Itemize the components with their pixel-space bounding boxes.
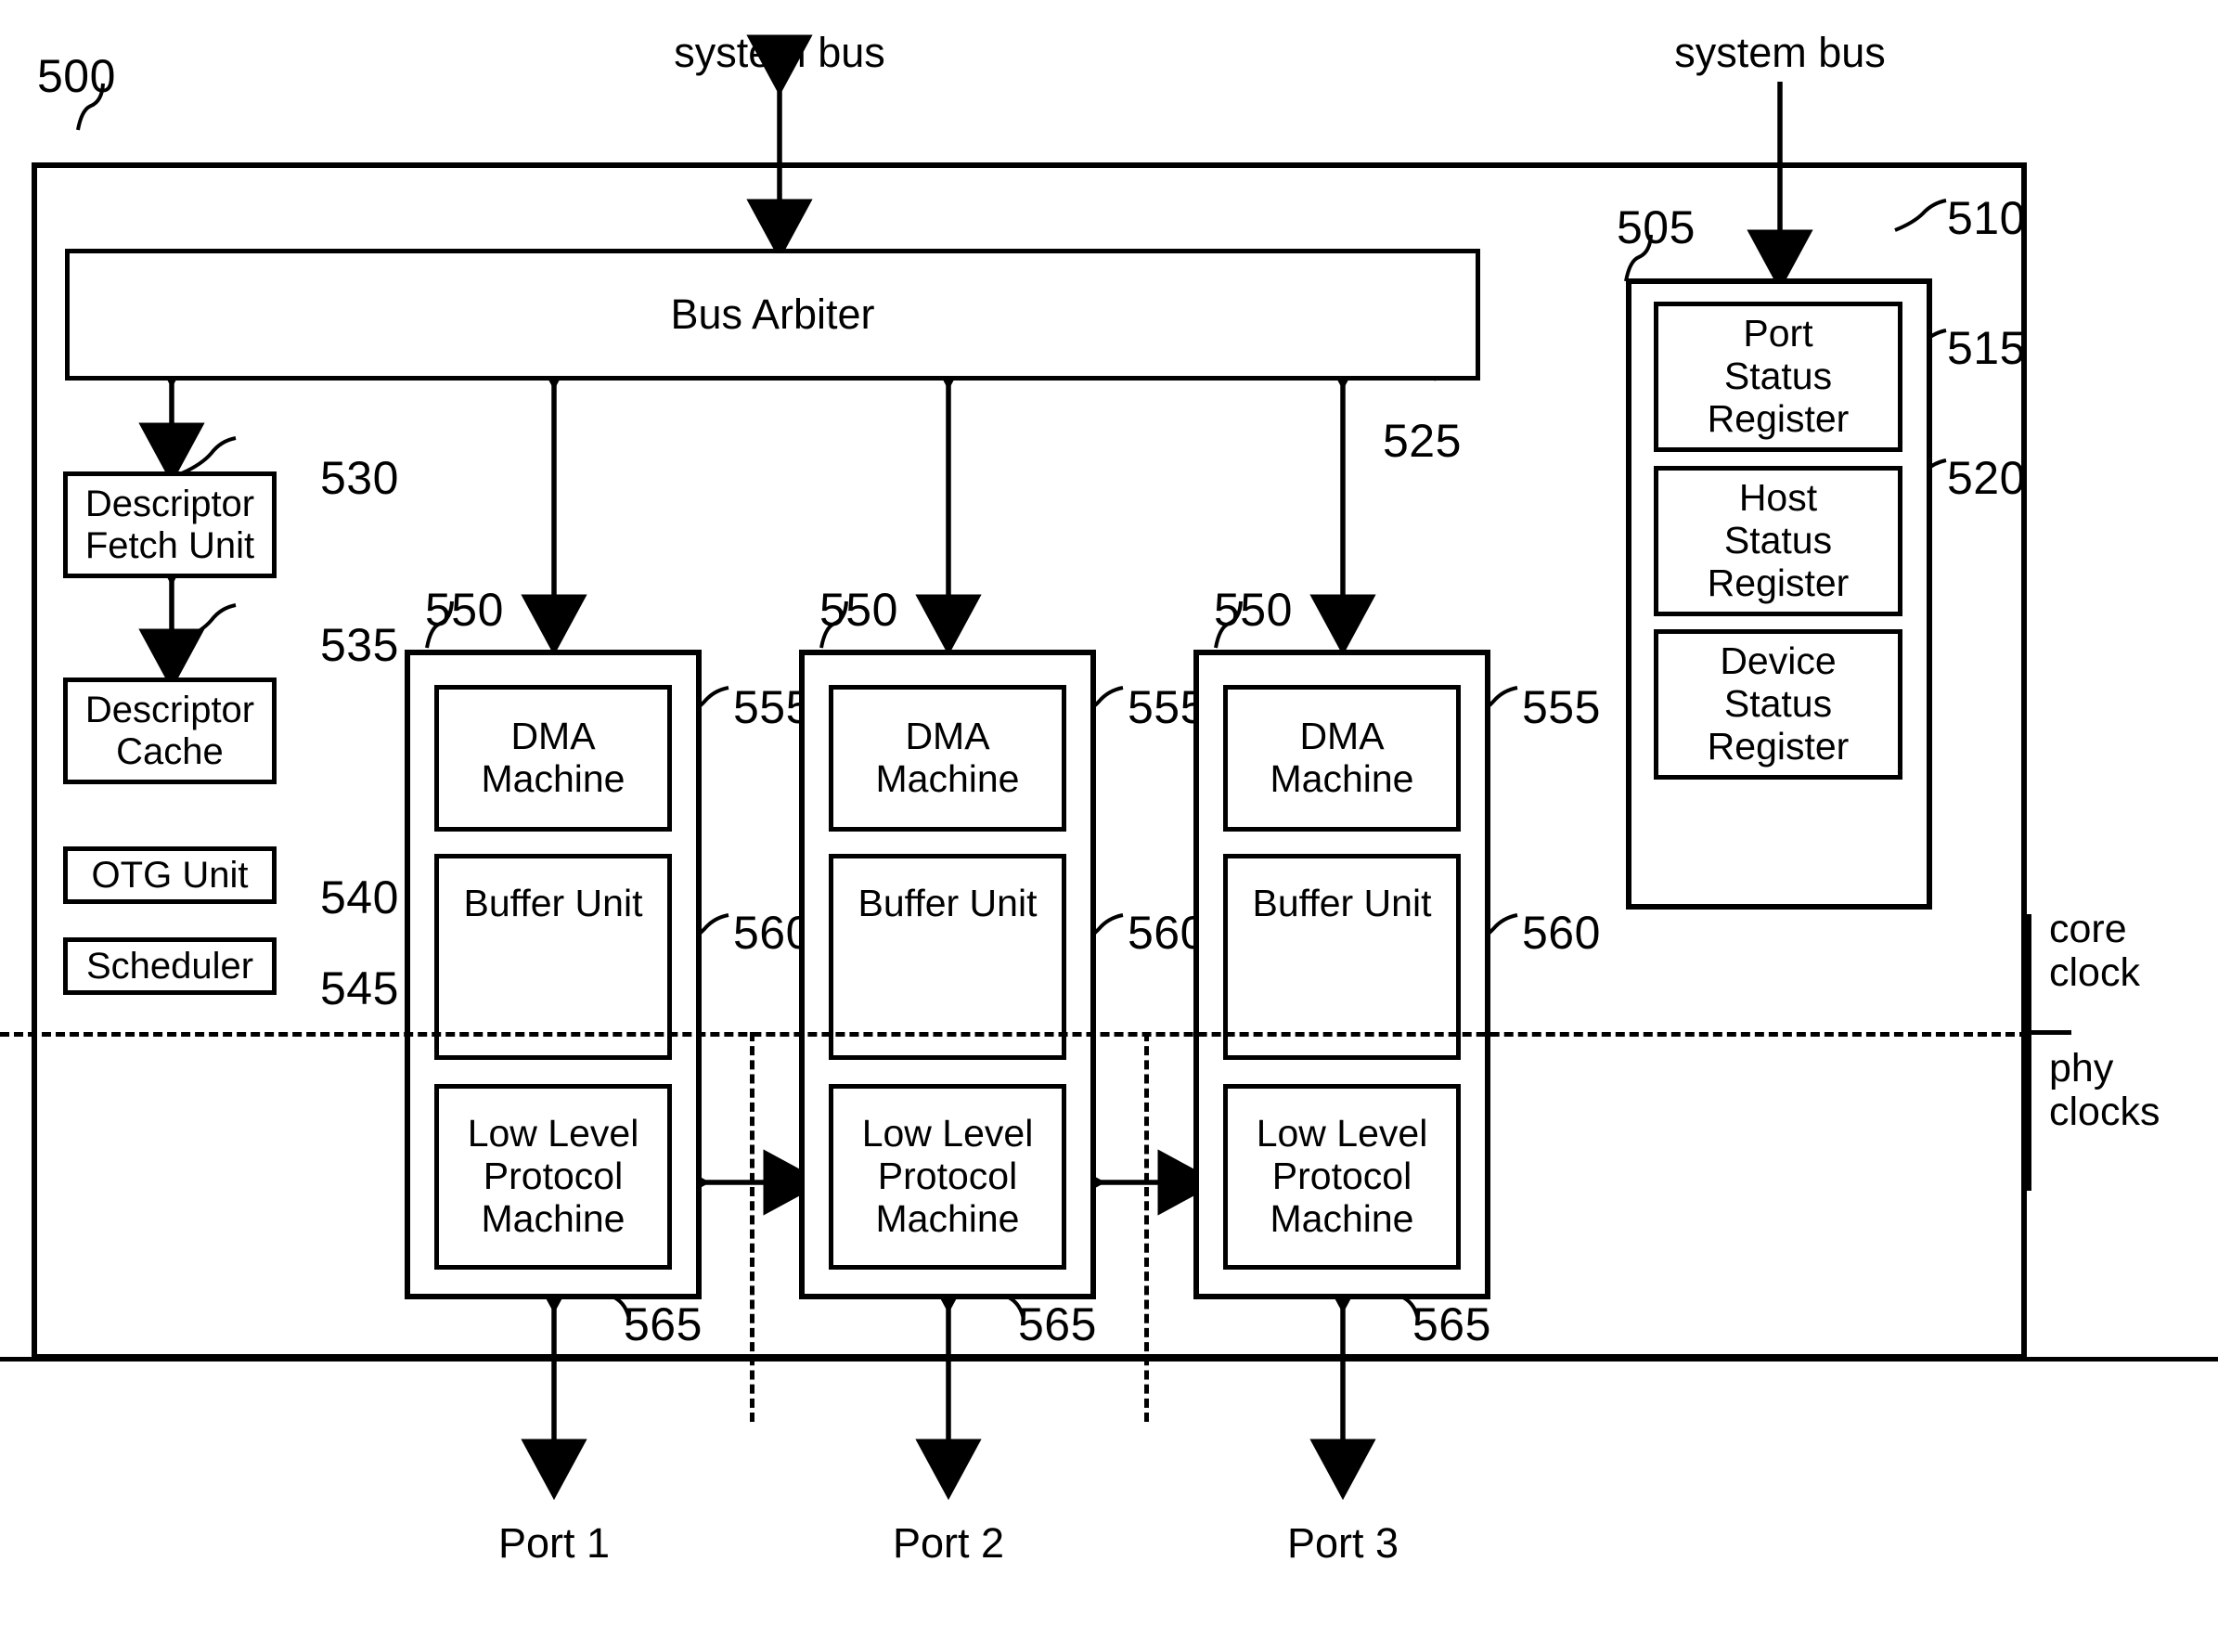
port-1-label: Port 1 — [497, 1519, 611, 1567]
llpm-label-3: Low Level Protocol Machine — [1256, 1112, 1428, 1240]
dma-machine-label-1: DMA Machine — [481, 715, 625, 800]
clock-bracket-tick — [2027, 1030, 2071, 1035]
dma-machine-label-3: DMA Machine — [1270, 715, 1414, 800]
ref-510: 510 — [1947, 192, 2026, 244]
dma-machine-label-2: DMA Machine — [875, 715, 1020, 800]
ref-515: 515 — [1947, 322, 2026, 374]
ref-520: 520 — [1947, 452, 2026, 504]
buffer-unit-block-1[interactable]: Buffer Unit — [434, 854, 672, 1060]
clock-domain-divider — [0, 1032, 2029, 1037]
otg-unit-block[interactable]: OTG Unit — [63, 846, 277, 904]
core-clock-bracket — [2027, 914, 2031, 1033]
ref-500: 500 — [37, 50, 116, 102]
buffer-unit-label-2: Buffer Unit — [858, 882, 1038, 924]
dma-machine-block-2[interactable]: DMA Machine — [829, 685, 1066, 832]
llpm-block-1[interactable]: Low Level Protocol Machine — [434, 1084, 672, 1270]
ref-565-module-3: 565 — [1412, 1298, 1491, 1350]
ref-560-module-3: 560 — [1522, 907, 1601, 959]
chip-bottom-extension — [0, 1357, 2218, 1362]
system-bus-right-label: system bus — [1674, 29, 1886, 76]
host-status-register-label: Host Status Register — [1707, 476, 1850, 604]
buffer-unit-label-1: Buffer Unit — [463, 882, 643, 924]
device-status-register-block[interactable]: Device Status Register — [1654, 629, 1902, 780]
dma-machine-block-1[interactable]: DMA Machine — [434, 685, 672, 832]
ref-505: 505 — [1617, 201, 1696, 253]
bus-arbiter-label: Bus Arbiter — [670, 290, 875, 338]
buffer-unit-label-3: Buffer Unit — [1252, 882, 1432, 924]
system-bus-left-label: system bus — [674, 29, 885, 76]
ref-530: 530 — [320, 452, 399, 504]
llpm-block-2[interactable]: Low Level Protocol Machine — [829, 1084, 1066, 1270]
scheduler-block[interactable]: Scheduler — [63, 937, 277, 995]
port-status-register-label: Port Status Register — [1707, 312, 1850, 440]
llpm-label-1: Low Level Protocol Machine — [467, 1112, 639, 1240]
port-separator-2-3 — [1144, 1032, 1149, 1422]
port-3-label: Port 3 — [1286, 1519, 1399, 1567]
ref-565-module-2: 565 — [1018, 1298, 1097, 1350]
port-status-register-block[interactable]: Port Status Register — [1654, 302, 1902, 452]
figure-canvas: system bus system bus 500 Bus Arbiter 52… — [0, 0, 2218, 1652]
bus-arbiter-block[interactable]: Bus Arbiter — [65, 249, 1480, 381]
descriptor-fetch-unit-label: Descriptor Fetch Unit — [84, 483, 255, 566]
ref-565-module-1: 565 — [624, 1298, 703, 1350]
descriptor-cache-block[interactable]: Descriptor Cache — [63, 678, 277, 784]
ref-550-module-3: 550 — [1214, 584, 1293, 636]
descriptor-fetch-unit-block[interactable]: Descriptor Fetch Unit — [63, 471, 277, 578]
descriptor-cache-label: Descriptor Cache — [84, 689, 255, 772]
port-separator-1-2 — [750, 1032, 754, 1422]
phy-clock-bracket — [2027, 1033, 2031, 1191]
buffer-unit-block-3[interactable]: Buffer Unit — [1223, 854, 1461, 1060]
ref-550-module-2: 550 — [819, 584, 898, 636]
host-status-register-block[interactable]: Host Status Register — [1654, 466, 1902, 616]
llpm-label-2: Low Level Protocol Machine — [861, 1112, 1034, 1240]
llpm-block-3[interactable]: Low Level Protocol Machine — [1223, 1084, 1461, 1270]
ref-525: 525 — [1383, 415, 1462, 467]
port-2-label: Port 2 — [892, 1519, 1005, 1567]
dma-machine-block-3[interactable]: DMA Machine — [1223, 685, 1461, 832]
core-clock-label: core clock — [2049, 907, 2140, 996]
scheduler-label: Scheduler — [85, 945, 254, 987]
device-status-register-label: Device Status Register — [1707, 639, 1850, 768]
buffer-unit-block-2[interactable]: Buffer Unit — [829, 854, 1066, 1060]
ref-555-module-3: 555 — [1522, 681, 1601, 733]
otg-unit-label: OTG Unit — [91, 854, 249, 896]
phy-clocks-label: phy clocks — [2049, 1046, 2160, 1135]
ref-550-module-1: 550 — [425, 584, 504, 636]
